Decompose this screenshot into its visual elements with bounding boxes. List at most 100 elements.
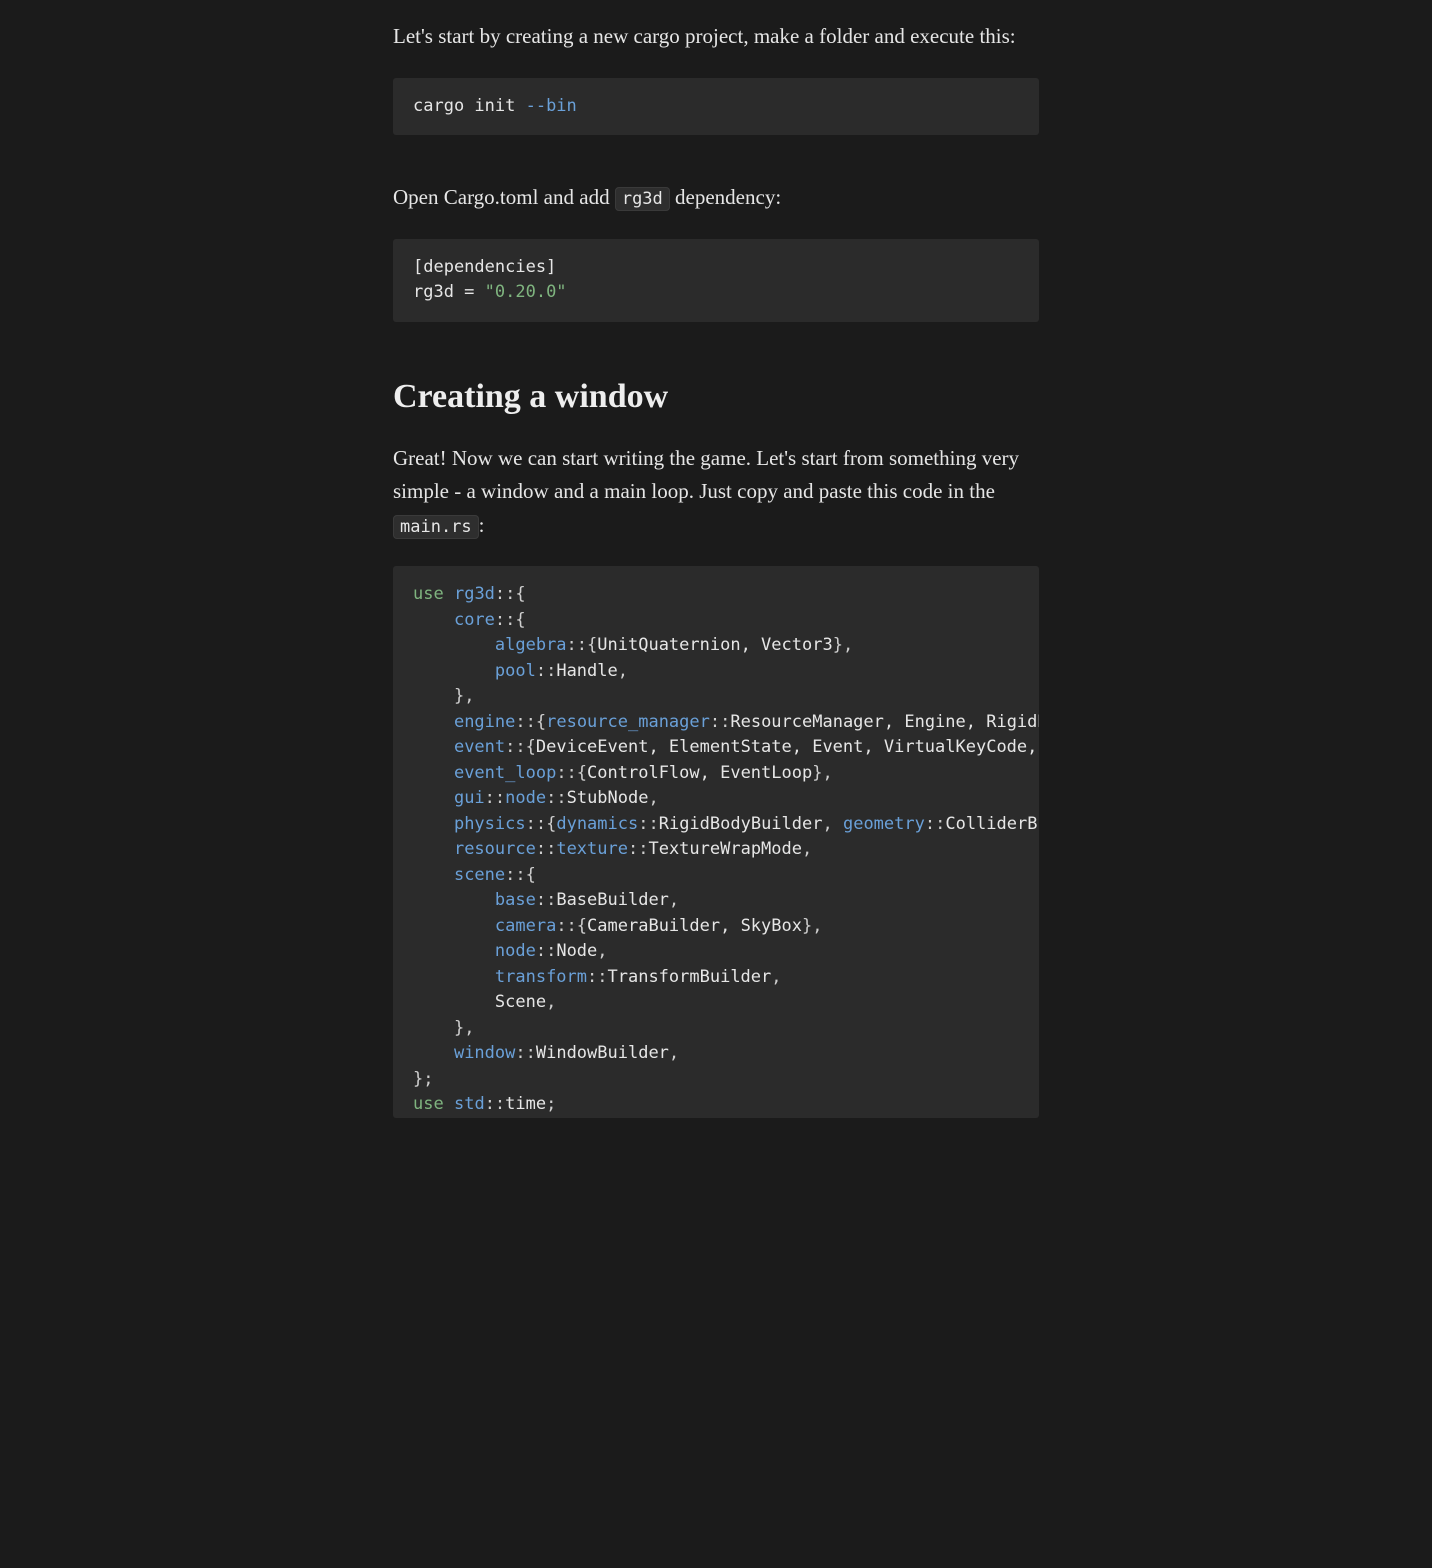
code-op: :: — [567, 635, 587, 655]
code-module: resource — [454, 839, 536, 859]
code-op: , — [771, 967, 781, 987]
code-op: { — [526, 865, 536, 885]
code-text: CameraBuilder, SkyBox — [587, 916, 802, 936]
code-op: :: — [546, 788, 566, 808]
code-op: } — [812, 763, 822, 783]
code-text: [dependencies] — [413, 257, 556, 277]
text-span: Great! Now we can start writing the game… — [393, 446, 1019, 504]
code-text: WindowBuilder — [536, 1043, 669, 1063]
code-op: :: — [556, 916, 576, 936]
code-op: , — [648, 788, 658, 808]
heading-creating-window: Creating a window — [393, 378, 1039, 416]
code-text: BaseBuilder — [556, 890, 669, 910]
code-text: RigidBodyBuilder — [659, 814, 823, 834]
code-op: , — [669, 890, 679, 910]
code-module: node — [495, 941, 536, 961]
code-op: , — [812, 916, 822, 936]
code-module: node — [505, 788, 546, 808]
code-op: , — [822, 814, 842, 834]
code-block-cargo-toml: [dependencies] rg3d = "0.20.0" — [393, 239, 1039, 322]
code-text: time — [505, 1094, 546, 1114]
code-module: event_loop — [454, 763, 556, 783]
code-op: { — [577, 763, 587, 783]
code-op: { — [526, 737, 536, 757]
code-op: } — [454, 1018, 464, 1038]
code-op: { — [536, 712, 546, 732]
code-op: :: — [515, 712, 535, 732]
code-op: :: — [505, 865, 525, 885]
code-op: :: — [556, 763, 576, 783]
code-op: , — [597, 941, 607, 961]
code-op: { — [546, 814, 556, 834]
code-module: engine — [454, 712, 515, 732]
window-paragraph: Great! Now we can start writing the game… — [393, 442, 1039, 543]
code-block-cargo-init: cargo init --bin — [393, 78, 1039, 136]
code-op: :: — [485, 788, 505, 808]
text-span: Open Cargo.toml and add — [393, 185, 615, 209]
code-op: :: — [515, 1043, 535, 1063]
code-op: , — [669, 1043, 679, 1063]
code-module: geometry — [843, 814, 925, 834]
code-op: , — [618, 661, 628, 681]
code-text: UnitQuaternion, Vector3 — [597, 635, 832, 655]
code-keyword: use — [413, 584, 444, 604]
code-module: rg3d — [454, 584, 495, 604]
code-module: window — [454, 1043, 515, 1063]
code-block-rust-imports: use rg3d::{ core::{ algebra::{UnitQuater… — [393, 566, 1039, 1118]
code-op: :: — [925, 814, 945, 834]
code-module: physics — [454, 814, 526, 834]
text-span: : — [479, 513, 485, 537]
code-op: :: — [536, 661, 556, 681]
code-text: cargo init — [413, 96, 526, 116]
code-op: :: — [536, 941, 556, 961]
code-op: :: — [526, 814, 546, 834]
code-keyword: use — [413, 1094, 444, 1114]
code-text: ColliderBui — [945, 814, 1039, 834]
code-string: "0.20.0" — [485, 282, 567, 302]
code-module: base — [495, 890, 536, 910]
code-op: :: — [587, 967, 607, 987]
code-text: rg3d = — [413, 282, 485, 302]
code-text: TransformBuilder — [608, 967, 772, 987]
code-module: algebra — [495, 635, 567, 655]
code-op: } — [802, 916, 812, 936]
intro-paragraph-1: Let's start by creating a new cargo proj… — [393, 20, 1039, 54]
code-module: camera — [495, 916, 556, 936]
inline-code-rg3d: rg3d — [615, 187, 670, 211]
code-op: :: — [495, 584, 515, 604]
code-op: :: — [485, 1094, 505, 1114]
code-op: { — [515, 610, 525, 630]
code-op: :: — [505, 737, 525, 757]
code-text: Handle — [556, 661, 617, 681]
code-op: { — [577, 916, 587, 936]
code-flag: --bin — [526, 96, 577, 116]
code-op: } — [833, 635, 843, 655]
code-module: scene — [454, 865, 505, 885]
code-module: transform — [495, 967, 587, 987]
code-text: TextureWrapMode — [648, 839, 802, 859]
code-text: StubNode — [567, 788, 649, 808]
code-op: , — [464, 686, 474, 706]
code-op: :: — [495, 610, 515, 630]
text-span: dependency: — [670, 185, 781, 209]
code-text: ControlFlow, EventLoop — [587, 763, 812, 783]
code-module: pool — [495, 661, 536, 681]
code-module: event — [454, 737, 505, 757]
code-module: texture — [556, 839, 628, 859]
code-op: , — [802, 839, 812, 859]
code-module: gui — [454, 788, 485, 808]
code-op: } — [413, 1069, 423, 1089]
code-op: { — [587, 635, 597, 655]
code-text: DeviceEvent, ElementState, Event, Virtua… — [536, 737, 1039, 757]
code-op: :: — [536, 839, 556, 859]
code-text: Scene — [495, 992, 546, 1012]
code-op: :: — [710, 712, 730, 732]
code-op: , — [843, 635, 853, 655]
code-op: } — [454, 686, 464, 706]
code-op: :: — [536, 890, 556, 910]
code-op: { — [515, 584, 525, 604]
code-text: Node — [556, 941, 597, 961]
intro-paragraph-2: Open Cargo.toml and add rg3d dependency: — [393, 181, 1039, 215]
code-op: :: — [638, 814, 658, 834]
code-op: ; — [423, 1069, 433, 1089]
